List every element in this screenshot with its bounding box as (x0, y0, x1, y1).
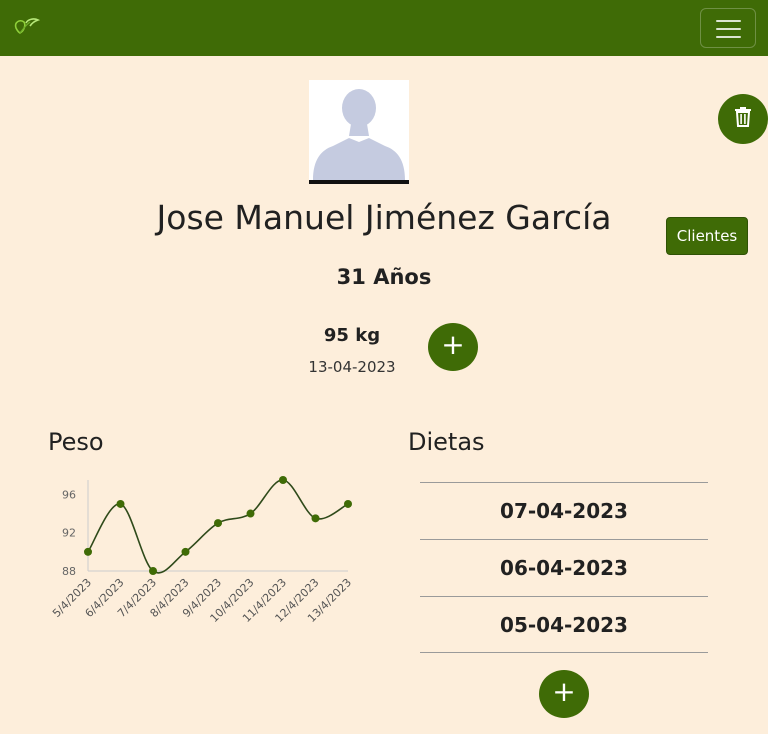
data-point (116, 499, 125, 508)
dietas-title: Dietas (408, 428, 485, 456)
data-point (344, 499, 352, 508)
data-point (311, 514, 320, 523)
data-point (84, 547, 92, 556)
navbar (0, 0, 768, 56)
weight-date: 13-04-2023 (308, 358, 396, 376)
avatar (309, 80, 409, 184)
hamburger-menu-icon (716, 20, 741, 22)
data-point (246, 509, 255, 518)
user-avatar-placeholder (309, 80, 409, 184)
data-point (279, 476, 287, 484)
diet-item[interactable]: 07-04-2023 (420, 482, 708, 539)
y-tick-label: 96 (62, 488, 76, 501)
diet-list: 07-04-2023 06-04-2023 05-04-2023 (420, 482, 708, 653)
y-tick-label: 92 (62, 527, 76, 540)
y-tick-label: 88 (62, 565, 76, 578)
data-point (181, 547, 190, 556)
plus-icon: + (552, 675, 576, 708)
delete-client-button[interactable] (718, 94, 768, 144)
current-weight: 95 kg (323, 325, 381, 346)
hamburger-bar (716, 36, 741, 38)
clients-button[interactable]: Clientes (666, 217, 748, 255)
leaf-logo-icon[interactable] (12, 14, 42, 38)
hamburger-bar (716, 28, 741, 30)
menu-toggle-button[interactable] (700, 8, 756, 48)
client-name: Jose Manuel Jiménez García (156, 198, 612, 237)
data-point (214, 519, 222, 528)
weight-chart: 8892965/4/20236/4/20237/4/20238/4/20239/… (50, 476, 354, 625)
client-age: 31 Años (336, 265, 432, 289)
trash-icon (735, 107, 751, 127)
diet-item[interactable]: 06-04-2023 (420, 539, 708, 596)
diet-item[interactable]: 05-04-2023 (420, 596, 708, 653)
add-diet-button[interactable]: + (539, 670, 589, 718)
peso-title: Peso (48, 428, 104, 456)
plus-icon: + (441, 328, 465, 361)
add-weight-button[interactable]: + (428, 323, 478, 371)
data-point (149, 567, 157, 575)
